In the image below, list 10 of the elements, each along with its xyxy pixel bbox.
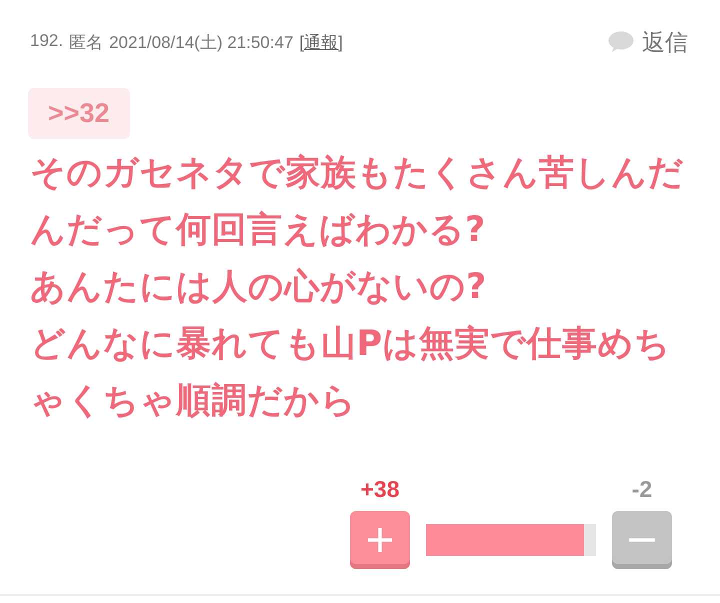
post-number: 192. (30, 30, 64, 52)
report-link[interactable]: [通報] (299, 30, 343, 54)
post-date: 2021/08/14(土) 21:50:47 (109, 32, 294, 54)
plus-count: +38 (360, 476, 400, 503)
speech-bubble-icon[interactable] (608, 31, 634, 53)
plus-icon[interactable] (365, 525, 395, 555)
minus-count: -2 (632, 476, 652, 503)
post-body: そのガセネタで家族もたくさん苦しんだんだって何回言えばわかる? あんたには人の心がないの? どんなに暴れても山Pは無実で仕事めちゃくちゃ順調だから (30, 152, 685, 423)
reply-button[interactable]: 返信 (642, 26, 688, 58)
author-name: 匿名 (69, 32, 104, 54)
